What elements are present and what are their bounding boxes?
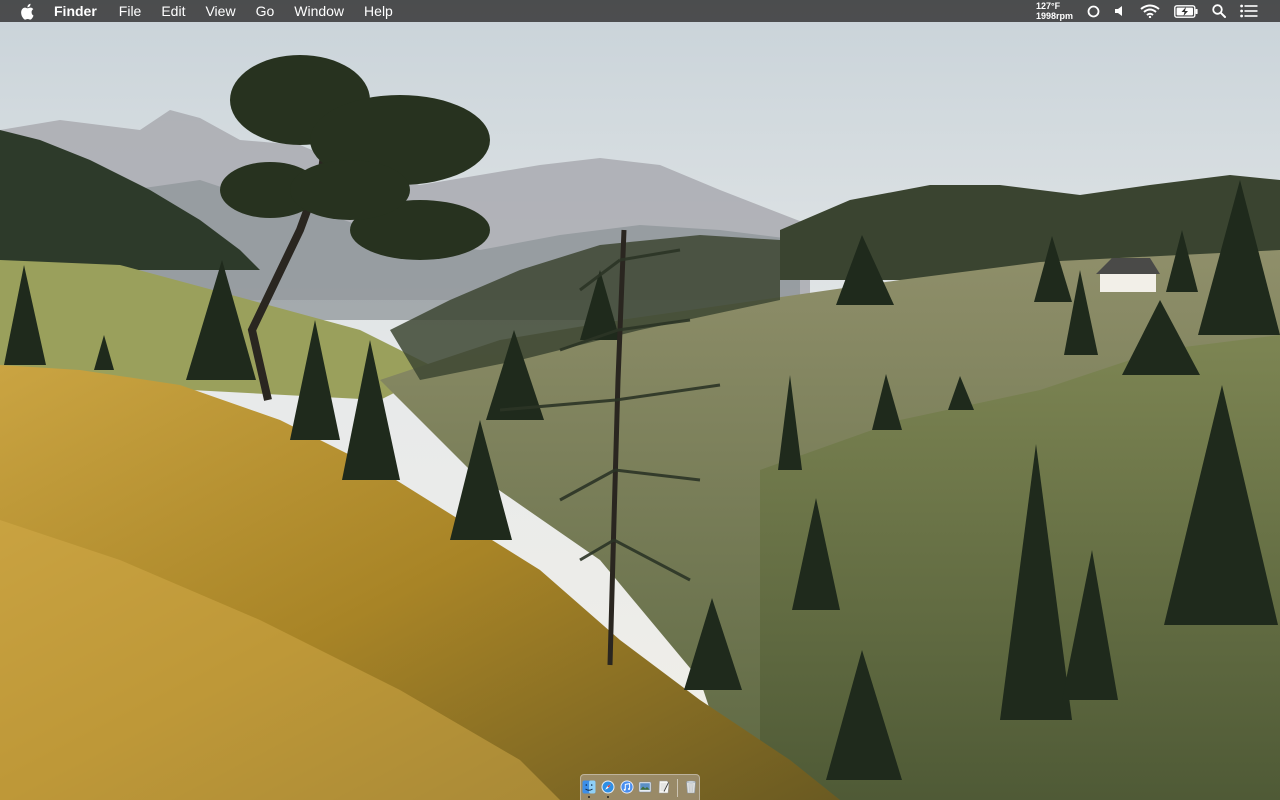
notification-center-icon[interactable] xyxy=(1240,0,1258,22)
dock-item-textedit[interactable] xyxy=(656,778,672,798)
menu-help[interactable]: Help xyxy=(354,0,403,22)
dock-separator xyxy=(677,778,679,797)
fan-speed: 1998rpm xyxy=(1035,11,1073,21)
finder-icon xyxy=(582,780,596,793)
menu-app-finder[interactable]: Finder xyxy=(54,0,109,22)
spotlight-search-icon[interactable] xyxy=(1212,0,1226,22)
cpu-temperature: 127°F xyxy=(1035,1,1061,11)
battery-charging-icon[interactable] xyxy=(1174,0,1198,22)
wifi-icon[interactable] xyxy=(1140,0,1160,22)
running-indicator xyxy=(588,795,591,798)
itunes-icon xyxy=(620,780,634,793)
menu-go[interactable]: Go xyxy=(246,0,285,22)
safari-icon xyxy=(601,780,615,793)
record-circle-icon[interactable] xyxy=(1087,0,1100,22)
trash-icon xyxy=(686,780,696,793)
desktop[interactable]: Finder File Edit View Go Window Help 127… xyxy=(0,0,1280,800)
dock-item-safari[interactable] xyxy=(600,778,616,798)
menu-file[interactable]: File xyxy=(109,0,152,22)
dock-item-itunes[interactable] xyxy=(619,778,635,798)
dock xyxy=(580,774,700,800)
menu-edit[interactable]: Edit xyxy=(151,0,195,22)
dock-item-trash[interactable] xyxy=(683,778,699,798)
preview-icon xyxy=(639,781,652,792)
apple-menu-icon[interactable] xyxy=(20,2,36,20)
running-indicator xyxy=(606,795,609,798)
menu-window[interactable]: Window xyxy=(284,0,354,22)
volume-icon[interactable] xyxy=(1114,0,1126,22)
textedit-icon xyxy=(658,780,670,793)
menu-bar: Finder File Edit View Go Window Help 127… xyxy=(0,0,1280,22)
desktop-wallpaper xyxy=(0,0,1280,800)
dock-item-preview[interactable] xyxy=(638,778,654,798)
dock-item-finder[interactable] xyxy=(581,778,597,798)
system-stats-menu[interactable]: 127°F 1998rpm xyxy=(1036,1,1073,21)
menu-view[interactable]: View xyxy=(195,0,245,22)
